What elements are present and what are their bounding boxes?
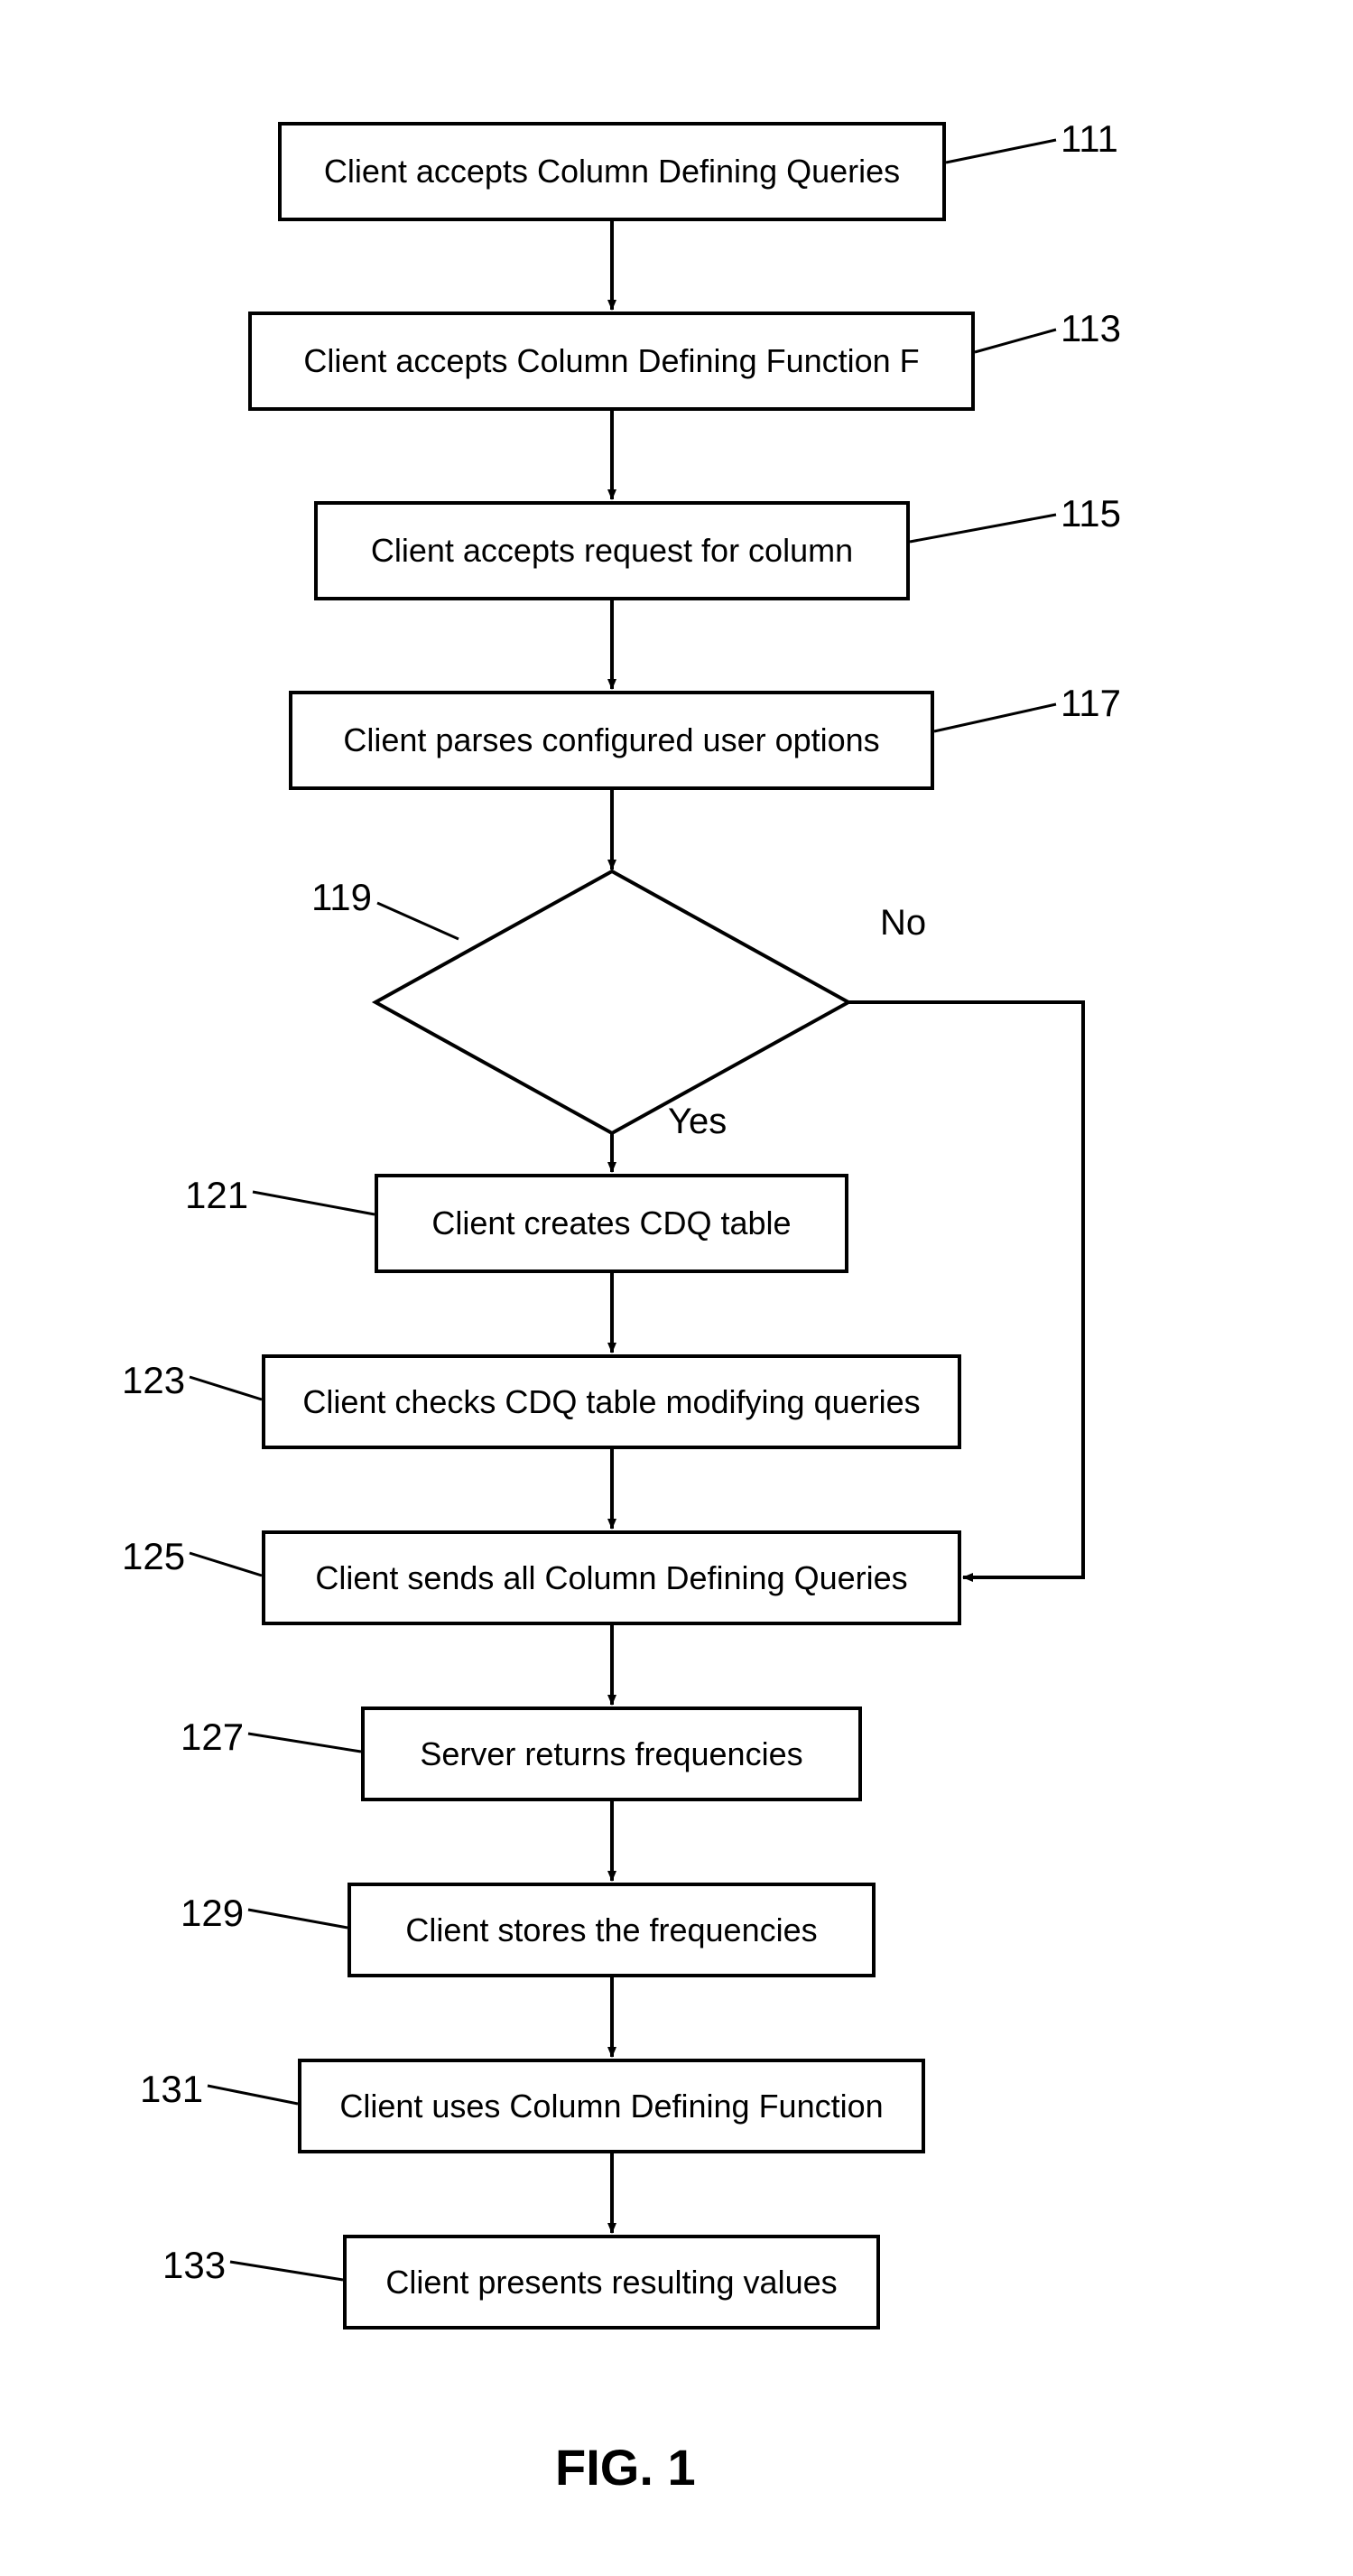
node-127: Server returns frequencies: [361, 1706, 862, 1801]
node-115-text: Client accepts request for column: [371, 531, 853, 570]
ref-119: 119: [311, 876, 372, 919]
node-127-text: Server returns frequencies: [420, 1734, 802, 1773]
flowchart-page: Client accepts Column Defining Queries C…: [0, 0, 1353, 2576]
ref-121: 121: [185, 1174, 248, 1217]
node-113-text: Client accepts Column Defining Function …: [303, 341, 919, 380]
node-113: Client accepts Column Defining Function …: [248, 312, 975, 411]
node-123-text: Client checks CDQ table modifying querie…: [302, 1382, 920, 1421]
node-129-text: Client stores the frequencies: [405, 1911, 817, 1949]
ref-131: 131: [140, 2068, 203, 2111]
ref-123: 123: [122, 1359, 185, 1402]
node-121-text: Client creates CDQ table: [431, 1204, 791, 1242]
ref-117: 117: [1061, 682, 1121, 725]
node-119-text: Query is imposed: [478, 982, 749, 1020]
ref-115: 115: [1061, 492, 1121, 535]
node-131-text: Client uses Column Defining Function: [339, 2087, 883, 2125]
node-131: Client uses Column Defining Function: [298, 2059, 925, 2153]
ref-125: 125: [122, 1535, 185, 1578]
node-115: Client accepts request for column: [314, 501, 910, 600]
node-111: Client accepts Column Defining Queries: [278, 122, 946, 221]
node-117-text: Client parses configured user options: [343, 721, 879, 759]
node-121: Client creates CDQ table: [375, 1174, 848, 1273]
node-119-inner: Query is imposed: [487, 982, 740, 1019]
node-133: Client presents resulting values: [343, 2235, 880, 2330]
node-117: Client parses configured user options: [289, 691, 934, 790]
ref-127: 127: [181, 1716, 244, 1759]
node-125-text: Client sends all Column Defining Queries: [315, 1558, 907, 1597]
ref-133: 133: [162, 2244, 226, 2287]
ref-113: 113: [1061, 307, 1121, 350]
label-no: No: [880, 903, 926, 944]
label-yes: Yes: [668, 1102, 727, 1142]
figure-caption: FIG. 1: [555, 2438, 696, 2497]
ref-129: 129: [181, 1892, 244, 1935]
node-125: Client sends all Column Defining Queries: [262, 1530, 961, 1625]
node-111-text: Client accepts Column Defining Queries: [324, 152, 900, 191]
node-133-text: Client presents resulting values: [385, 2263, 837, 2302]
node-123: Client checks CDQ table modifying querie…: [262, 1354, 961, 1449]
ref-111: 111: [1061, 117, 1118, 161]
node-129: Client stores the frequencies: [348, 1883, 876, 1977]
